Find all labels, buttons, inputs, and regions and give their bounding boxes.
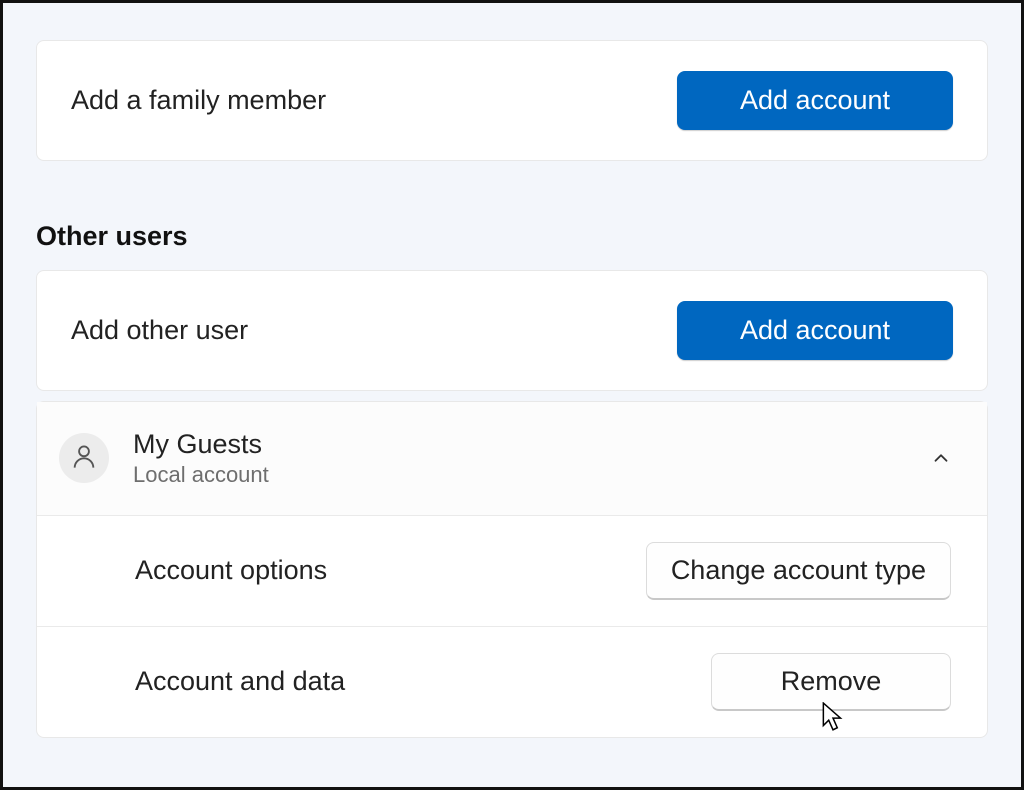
remove-account-button[interactable]: Remove — [711, 653, 951, 711]
settings-panel: Add a family member Add account Other us… — [6, 6, 1018, 784]
other-users-add-row: Add other user Add account — [37, 271, 987, 390]
change-account-type-button[interactable]: Change account type — [646, 542, 951, 600]
account-options-row: Account options Change account type — [37, 516, 987, 627]
avatar — [59, 433, 109, 483]
family-add-account-button[interactable]: Add account — [677, 71, 953, 130]
other-users-add-card: Add other user Add account — [36, 270, 988, 391]
user-account-type: Local account — [133, 462, 929, 488]
person-icon — [70, 442, 98, 475]
user-account-card: My Guests Local account Account options … — [36, 401, 988, 738]
user-account-name: My Guests — [133, 428, 929, 460]
account-options-label: Account options — [135, 555, 327, 586]
chevron-up-icon — [929, 446, 953, 470]
other-users-add-account-button[interactable]: Add account — [677, 301, 953, 360]
family-row: Add a family member Add account — [37, 41, 987, 160]
other-users-add-label: Add other user — [71, 315, 248, 346]
user-account-header[interactable]: My Guests Local account — [37, 402, 987, 516]
window-frame: Add a family member Add account Other us… — [0, 0, 1024, 790]
user-account-text: My Guests Local account — [133, 428, 929, 489]
account-data-label: Account and data — [135, 666, 345, 697]
family-add-label: Add a family member — [71, 85, 326, 116]
family-card: Add a family member Add account — [36, 40, 988, 161]
account-data-row: Account and data Remove — [37, 627, 987, 737]
other-users-heading: Other users — [36, 221, 988, 252]
